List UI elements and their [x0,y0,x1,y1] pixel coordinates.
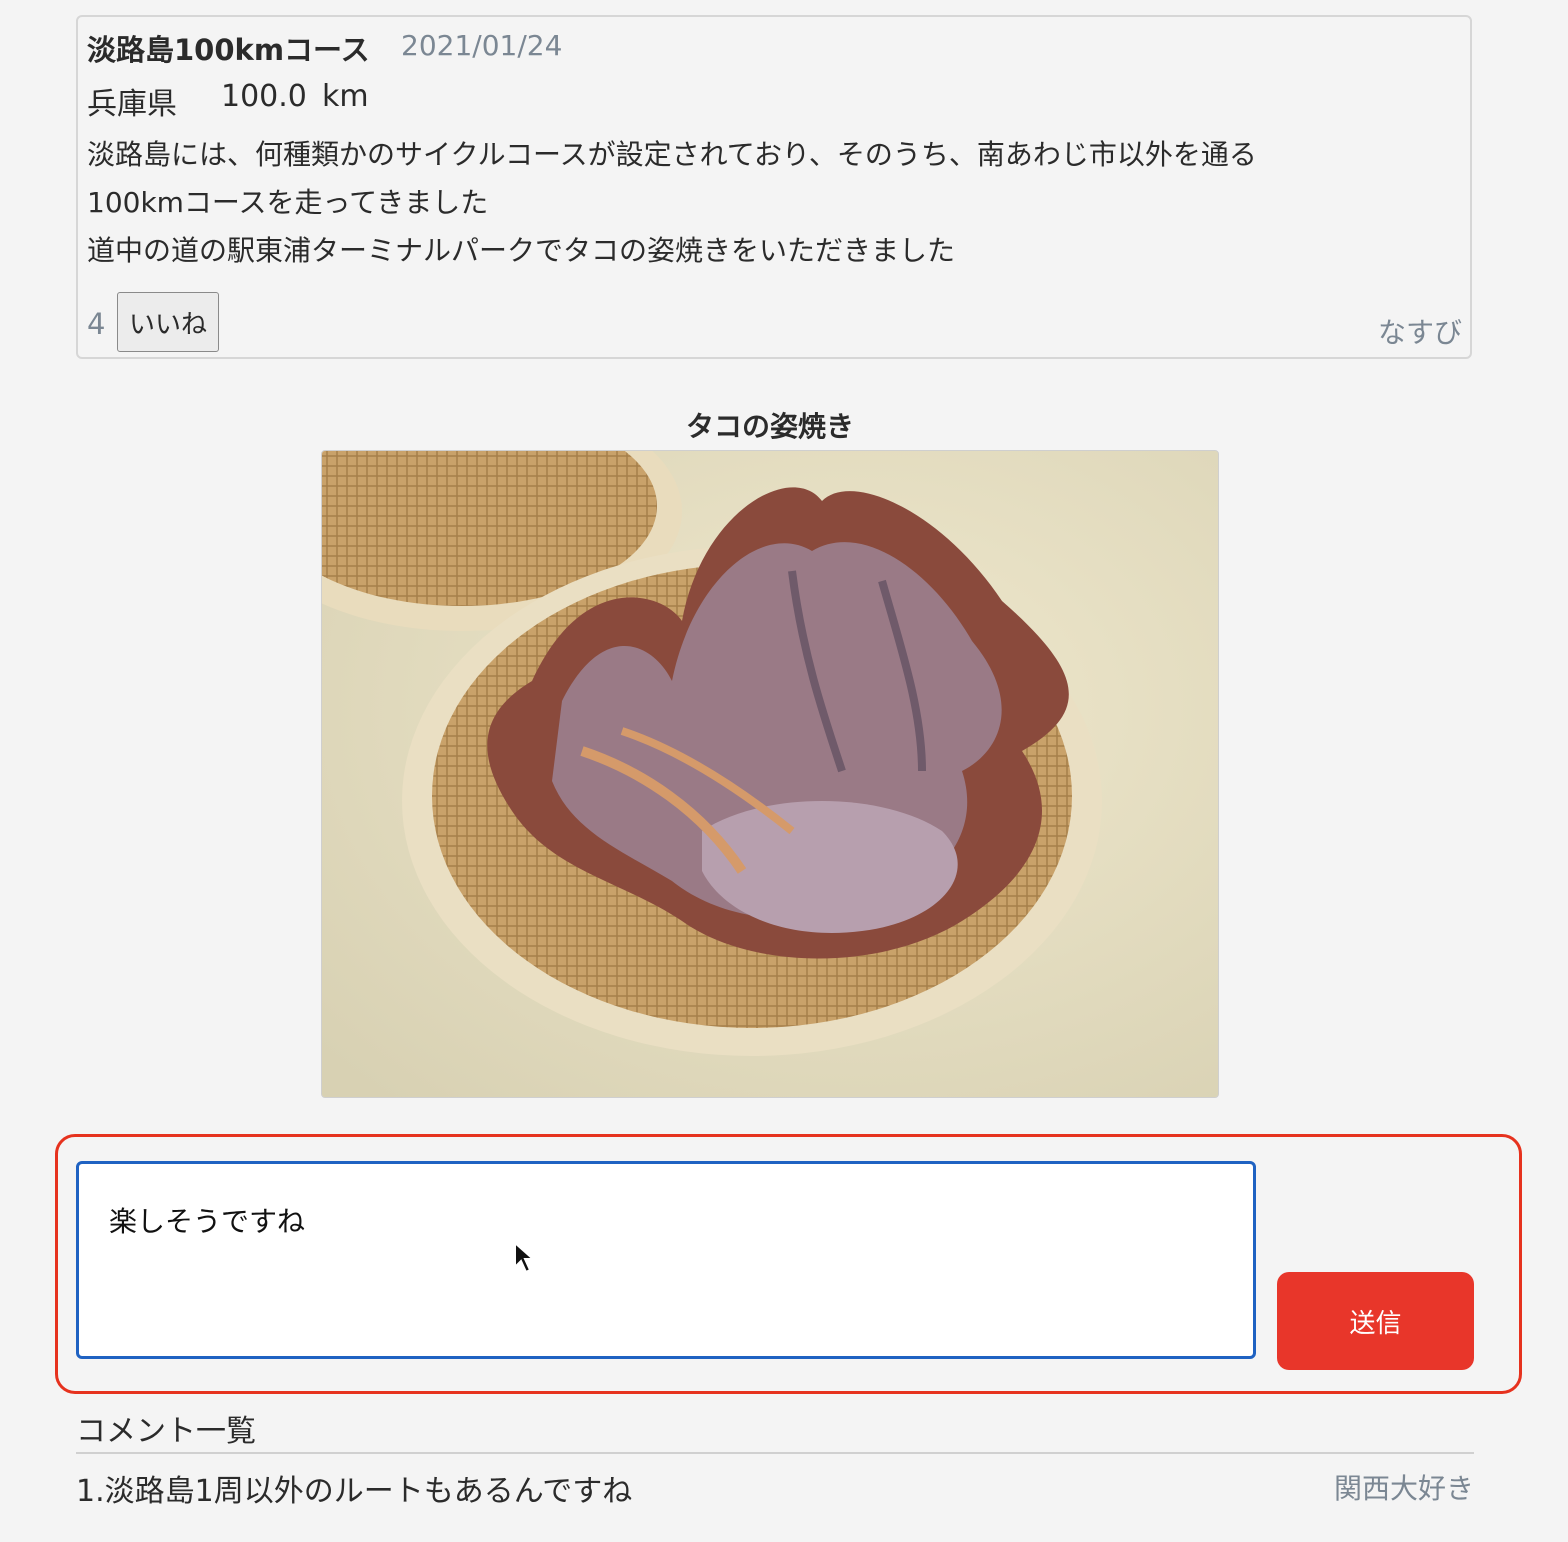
post-author: なすび [1377,316,1462,349]
comments-heading: コメント一覧 [76,1414,256,1449]
post-distance: 100.0 [221,79,307,114]
comment-input[interactable] [76,1161,1256,1359]
post-body-line: 道中の道の駅東浦ターミナルパークでタコの姿焼きをいただきました [87,234,956,267]
post-photo [321,450,1219,1098]
grilled-octopus-image [322,451,1218,1097]
post-body-line: 100kmコースを走ってきました [87,186,489,219]
comments-divider [76,1452,1474,1454]
post-detail-page: 淡路島100kmコース 2021/01/24 兵庫県 100.0 km 淡路島に… [0,0,1568,1542]
like-button[interactable]: いいね [117,292,219,352]
post-date: 2021/01/24 [401,29,563,62]
mouse-cursor-icon [514,1241,535,1274]
comment-item-text: 1.淡路島1周以外のルートもあるんですね [76,1474,633,1509]
post-prefecture: 兵庫県 [87,87,177,122]
comment-item-author: 関西大好き [1333,1472,1474,1505]
photo-caption: タコの姿焼き [685,410,854,443]
like-count: 4 [87,307,106,341]
post-body-line: 淡路島には、何種類かのサイクルコースが設定されており、そのうち、南あわじ市以外を… [87,138,1257,171]
post-title: 淡路島100kmコース [87,33,370,67]
post-body: 淡路島には、何種類かのサイクルコースが設定されており、そのうち、南あわじ市以外を… [87,131,1457,275]
post-card: 淡路島100kmコース 2021/01/24 兵庫県 100.0 km 淡路島に… [76,15,1472,359]
send-button[interactable]: 送信 [1277,1272,1474,1370]
post-distance-unit: km [322,79,369,114]
